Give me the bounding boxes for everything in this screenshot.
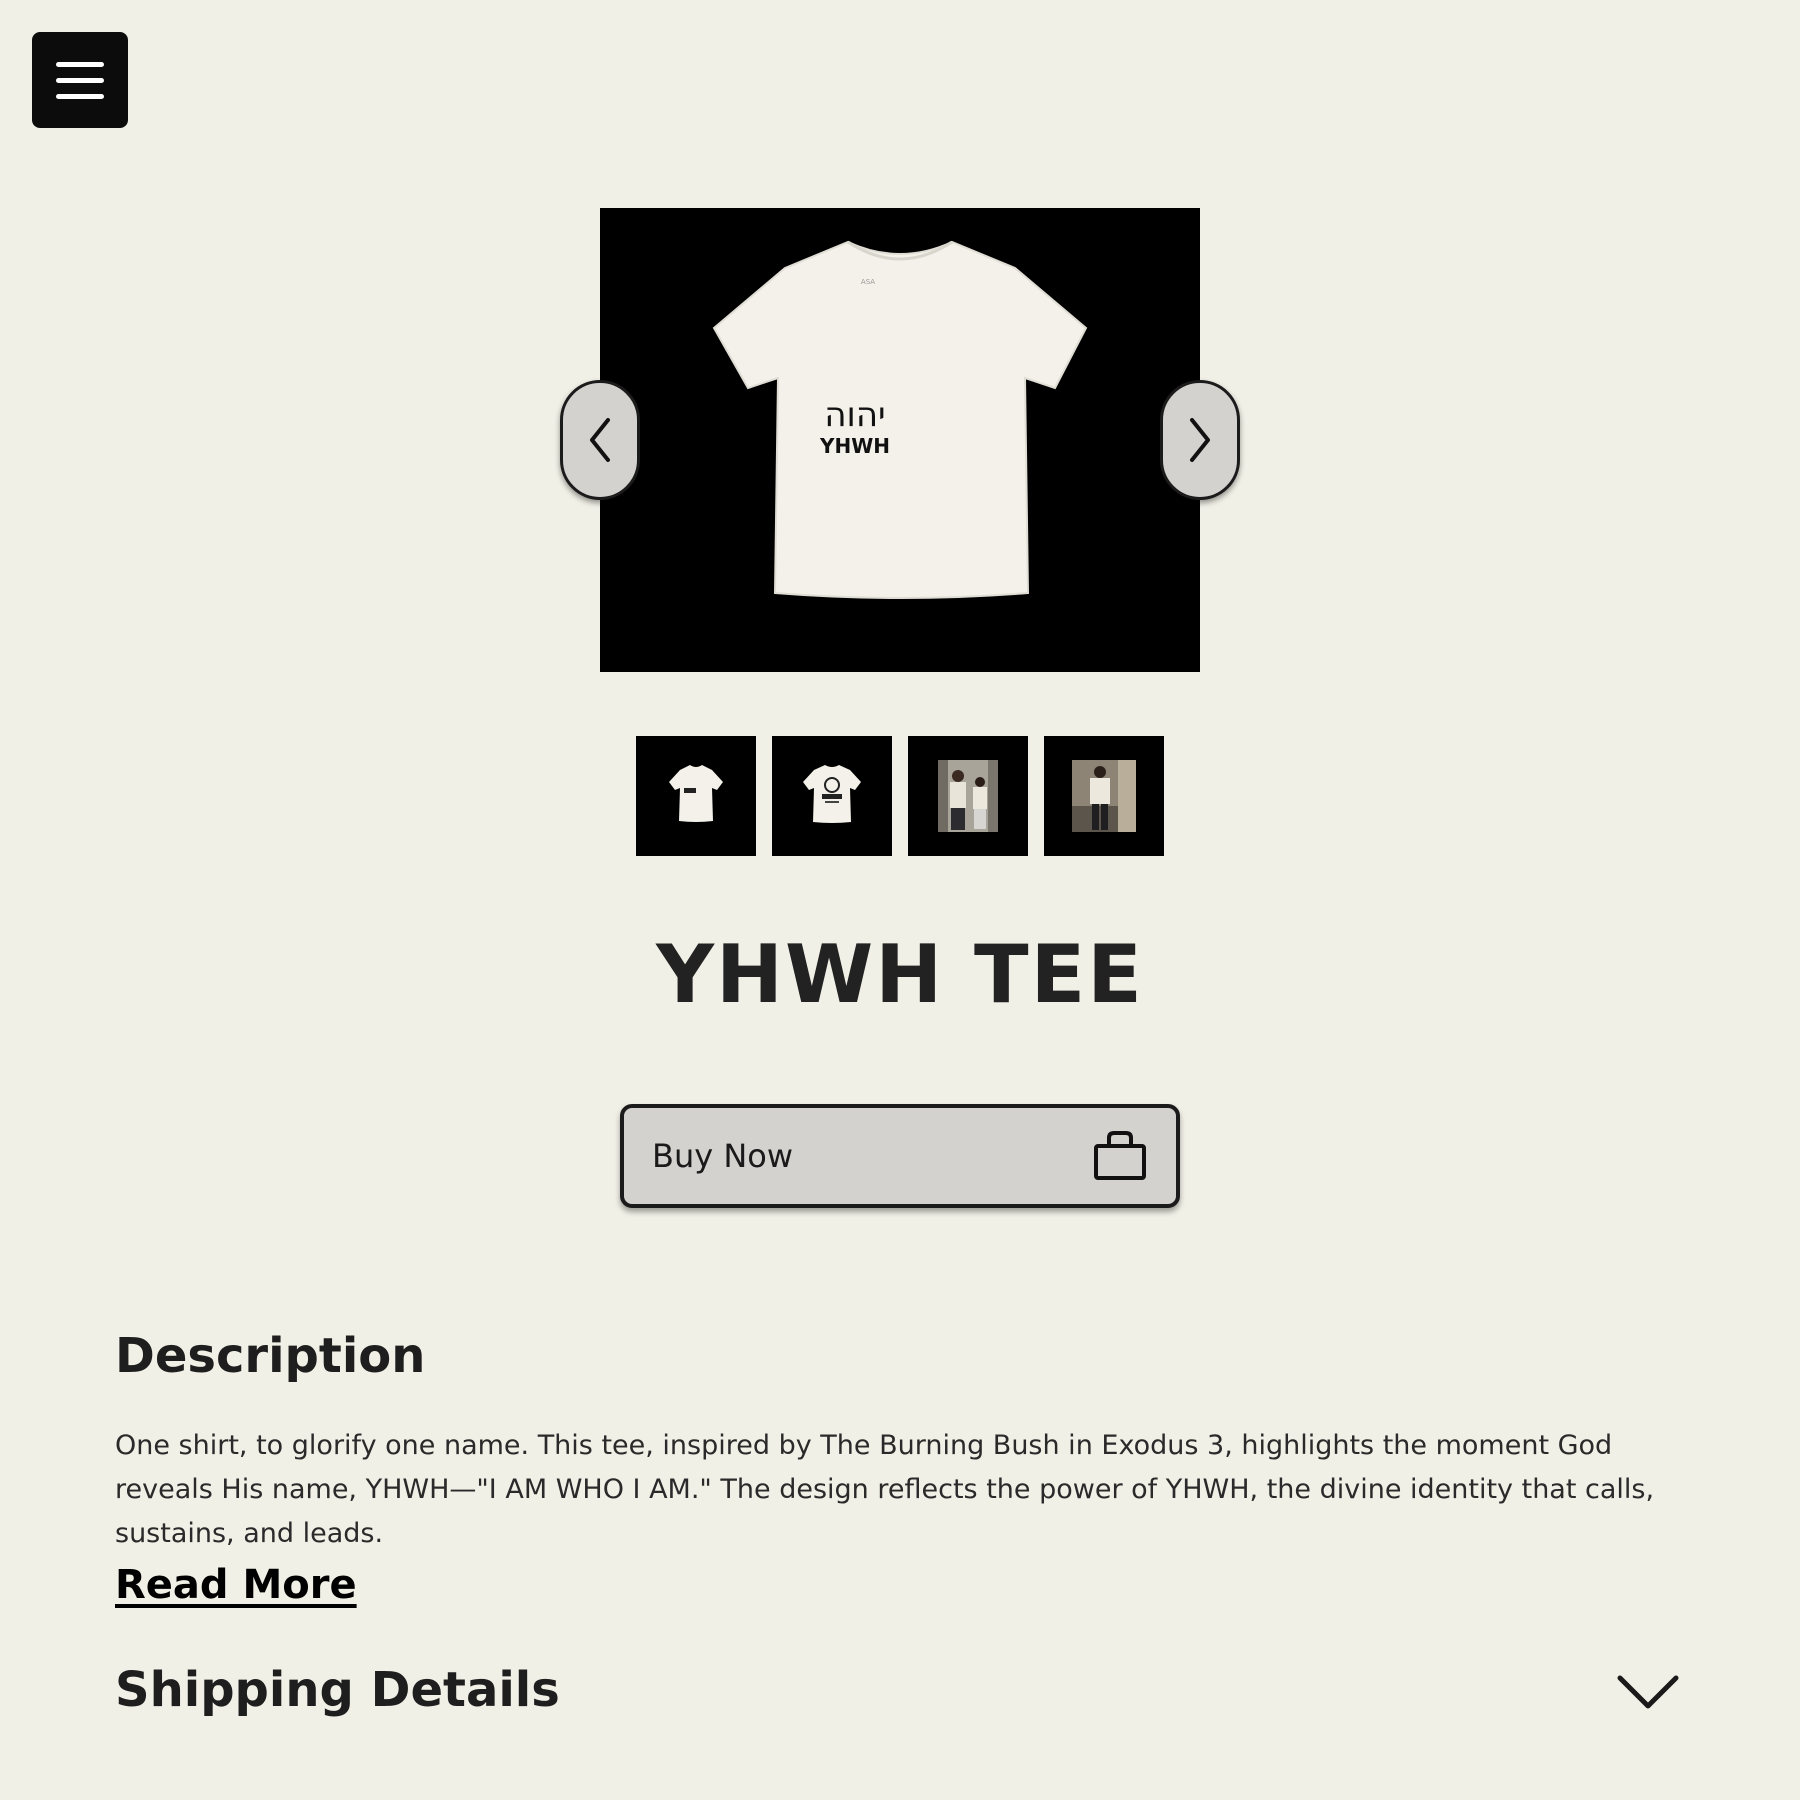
hamburger-menu-button[interactable] [32, 32, 128, 128]
thumbnail-tee-front[interactable] [636, 736, 756, 856]
shopping-bag-icon [1094, 1131, 1146, 1180]
tee-print-hebrew: יהוה [824, 395, 885, 435]
tshirt-image: ASA יהוה YHWH [712, 240, 1088, 599]
product-title: YHWH TEE [656, 928, 1144, 1021]
buy-now-button[interactable]: Buy Now [620, 1104, 1180, 1208]
hamburger-menu-icon [56, 61, 104, 67]
thumbnail-tee-back[interactable] [772, 736, 892, 856]
models-photo-2-image [1072, 760, 1136, 832]
tee-print-text: YHWH [819, 434, 890, 458]
description-text: One shirt, to glorify one name. This tee… [115, 1430, 1655, 1549]
product-page: ASA יהוה YHWH YHWH TEE Buy Now Descripti… [0, 0, 1800, 1800]
hamburger-menu-icon-bar [56, 93, 104, 99]
tee-back-image [803, 765, 861, 823]
product-image-main: ASA יהוה YHWH [560, 208, 1240, 672]
read-more-link[interactable]: Read More [115, 1562, 357, 1608]
tee-neck-tag: ASA [861, 278, 875, 286]
previous-image-button[interactable] [560, 380, 640, 500]
hamburger-menu-icon-bar [56, 77, 104, 83]
chevron-down-icon[interactable] [1616, 1672, 1680, 1712]
chevron-left-icon [590, 418, 610, 462]
buy-now-label: Buy Now [652, 1137, 794, 1175]
thumbnail-strip [636, 736, 1164, 856]
description-heading: Description [115, 1328, 426, 1384]
chevron-right-icon [1190, 418, 1210, 462]
next-image-button[interactable] [1160, 380, 1240, 500]
models-photo-1-image [938, 760, 998, 832]
thumbnail-models-photo-2[interactable] [1044, 736, 1164, 856]
shipping-details-heading[interactable]: Shipping Details [115, 1662, 560, 1718]
tee-front-image [669, 765, 723, 822]
thumbnail-models-photo-1[interactable] [908, 736, 1028, 856]
